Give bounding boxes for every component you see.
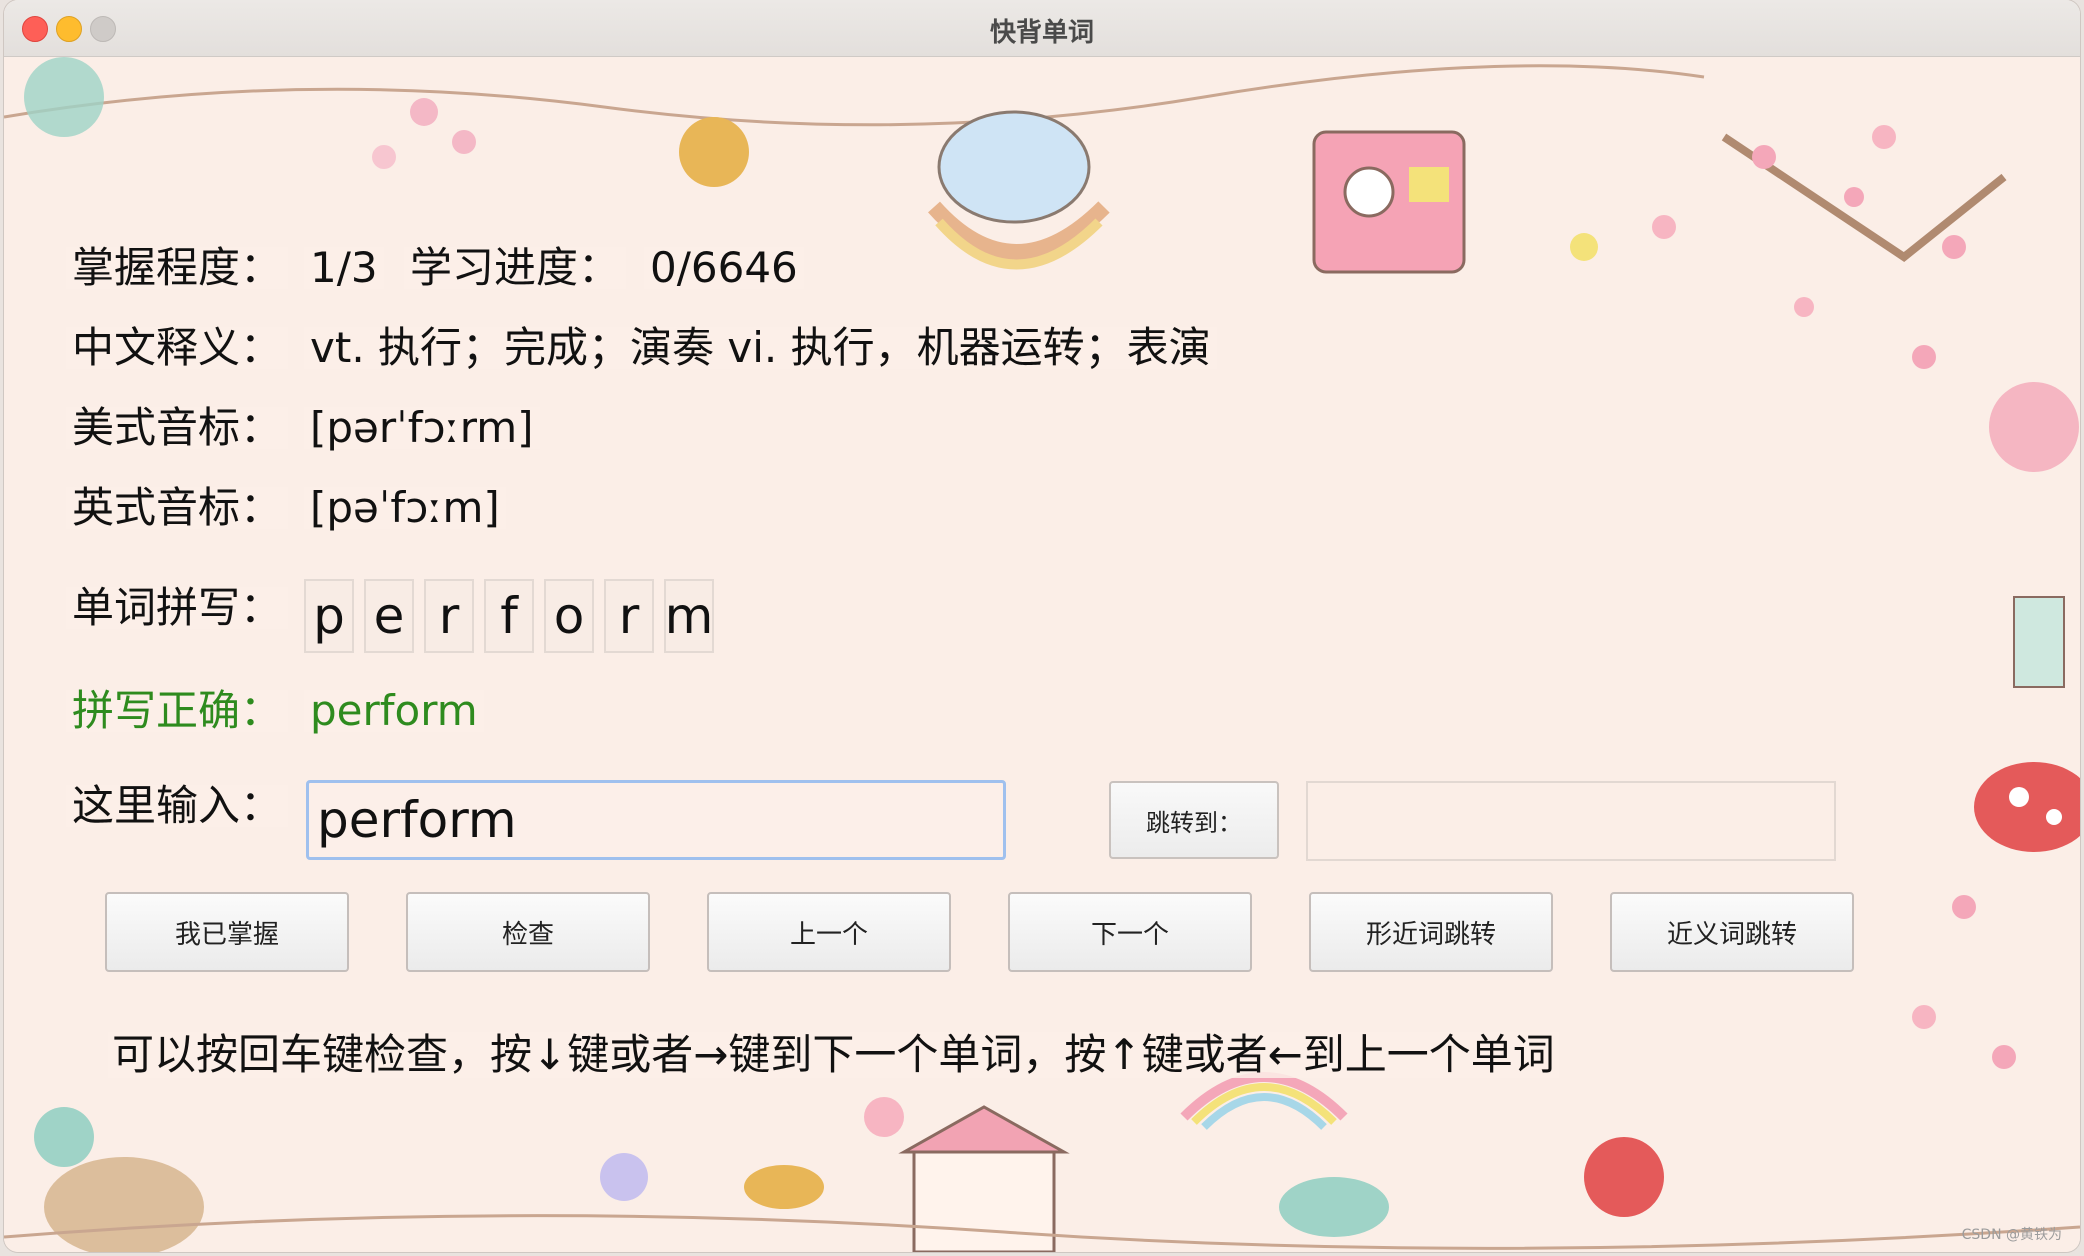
mastered-button[interactable]: 我已掌握 <box>105 892 349 972</box>
letter-box: o <box>544 579 594 653</box>
similar-form-jump-button[interactable]: 形近词跳转 <box>1309 892 1553 972</box>
watermark: CSDN @黄铁为 <box>1961 1227 2062 1243</box>
us-phonetic-label: 美式音标： <box>66 407 289 449</box>
mastery-value: 1/3 <box>304 247 384 289</box>
letter-box: m <box>664 579 714 653</box>
uk-phonetic-label: 英式音标： <box>66 487 289 529</box>
next-button[interactable]: 下一个 <box>1008 892 1252 972</box>
progress-label: 学习进度： <box>404 247 627 289</box>
us-phonetic-value: [pərˈfɔːrm] <box>304 407 540 449</box>
letter-box: r <box>604 579 654 653</box>
mastery-label: 掌握程度： <box>66 247 289 289</box>
window-title: 快背单词 <box>989 18 1094 48</box>
title-bar: 快背单词 <box>4 0 2080 57</box>
letter-box: e <box>364 579 414 653</box>
prev-button[interactable]: 上一个 <box>707 892 951 972</box>
letter-box: r <box>424 579 474 653</box>
main-content: 掌握程度： 1/3 学习进度： 0/6646 中文释义： vt. 执行；完成；演… <box>4 57 2080 1252</box>
meaning-label: 中文释义： <box>66 327 289 369</box>
app-window: 快背单词 掌握程度： 1/3 学习进度： 0/6646 中文释义： vt. 执行… <box>4 0 2080 1252</box>
spelling-letters: p e r f o r m <box>304 579 714 653</box>
check-button[interactable]: 检查 <box>406 892 650 972</box>
input-label: 这里输入： <box>66 785 289 827</box>
jump-to-input[interactable] <box>1306 781 1836 861</box>
progress-value: 0/6646 <box>644 247 804 289</box>
letter-box: p <box>304 579 354 653</box>
meaning-value: vt. 执行；完成；演奏 vi. 执行，机器运转；表演 <box>304 327 1217 369</box>
letter-box: f <box>484 579 534 653</box>
uk-phonetic-value: [pəˈfɔːm] <box>304 487 506 529</box>
keyboard-hint: 可以按回车键检查，按↓键或者→键到下一个单词，按↑键或者←到上一个单词 <box>108 1031 1559 1079</box>
spelling-label: 单词拼写： <box>66 587 289 629</box>
word-input[interactable]: perform <box>306 780 1006 860</box>
correct-word: perform <box>304 690 484 732</box>
jump-to-button[interactable]: 跳转到： <box>1109 781 1279 859</box>
correct-label: 拼写正确： <box>66 690 289 732</box>
synonym-jump-button[interactable]: 近义词跳转 <box>1610 892 1854 972</box>
